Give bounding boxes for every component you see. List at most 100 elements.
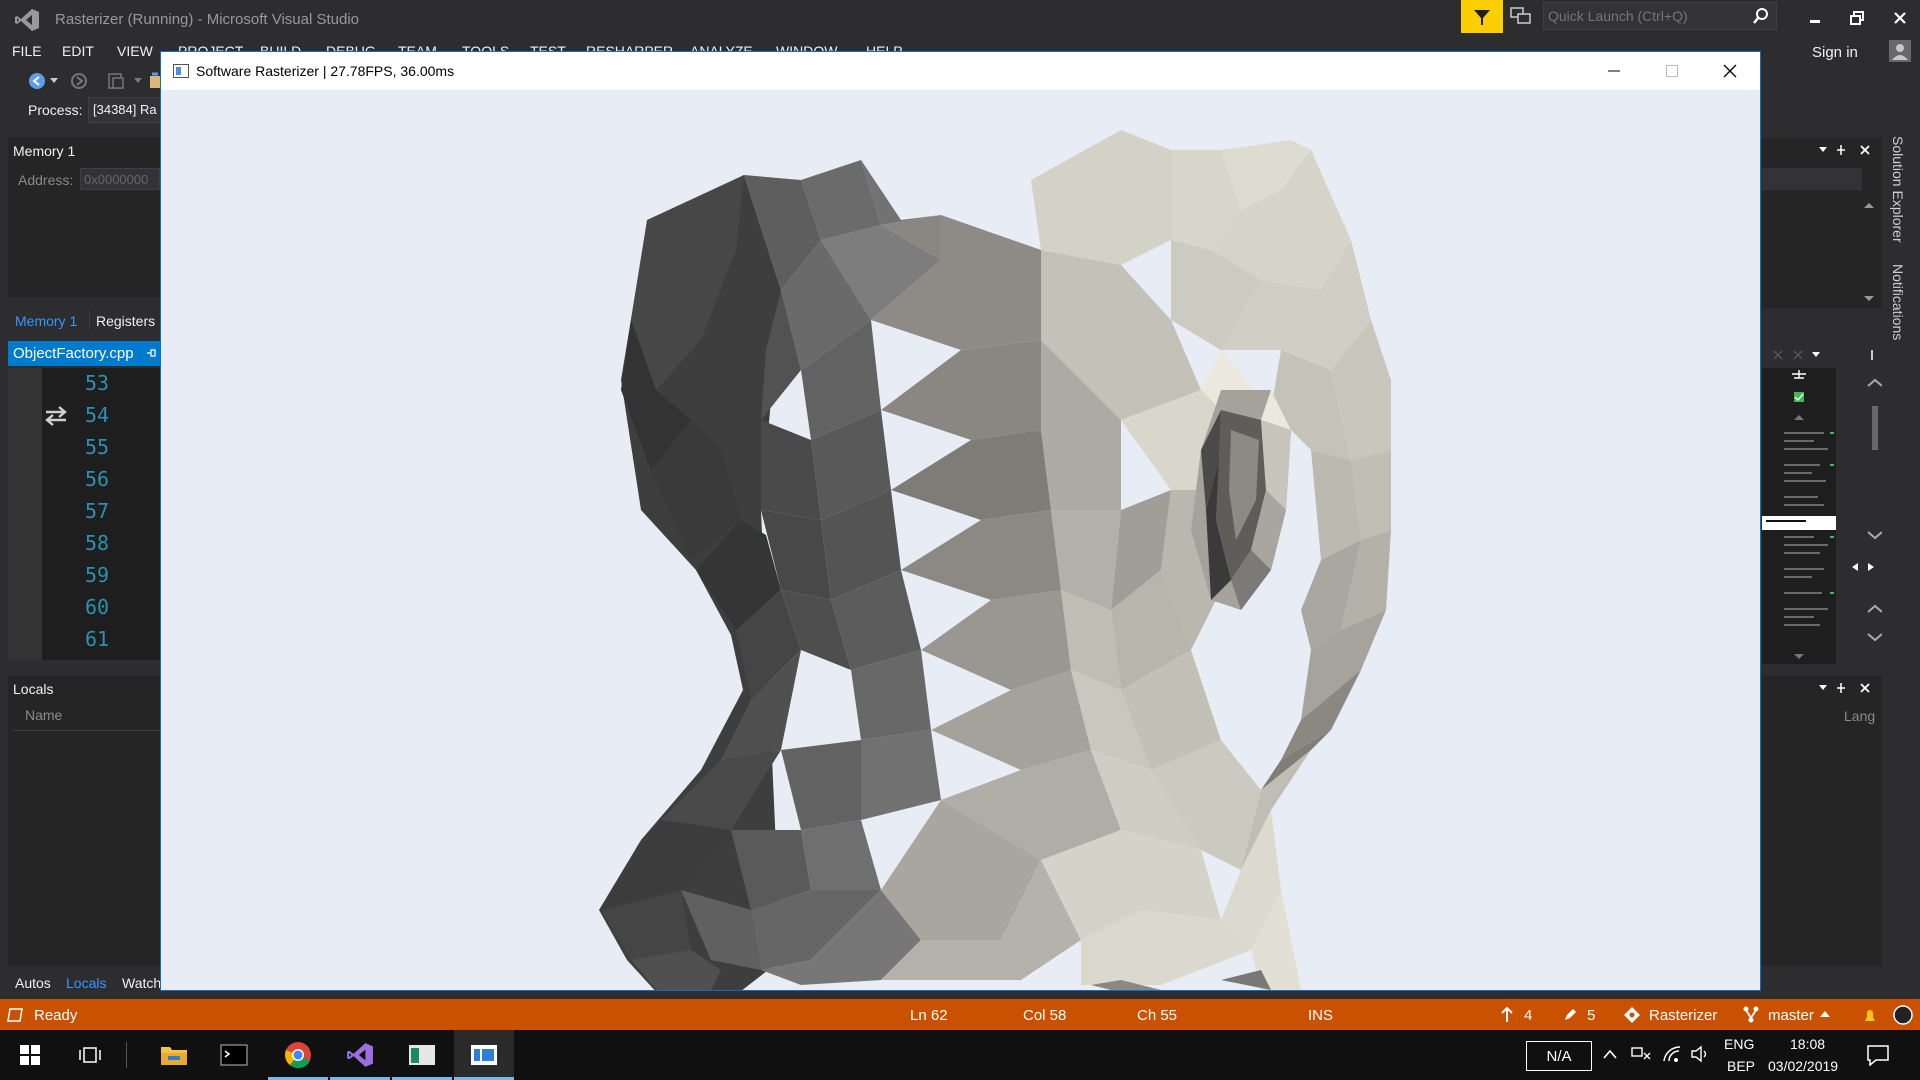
restore-button[interactable] (1839, 4, 1875, 32)
sign-in-link[interactable]: Sign in (1812, 44, 1858, 61)
locals-panel-title: Locals (13, 681, 54, 697)
editor-indicator-margin (8, 368, 42, 660)
address-input[interactable]: 0x0000000 (80, 168, 160, 190)
minimap-header-icons[interactable] (1772, 348, 1882, 362)
chrome-button[interactable] (268, 1030, 328, 1080)
scrollbar-icon[interactable] (1862, 200, 1876, 304)
line-number: 57 (85, 499, 110, 523)
language-indicator-top[interactable]: ENG (1724, 1036, 1754, 1052)
volume-icon[interactable] (1690, 1045, 1712, 1063)
file-tab-label: ObjectFactory.cpp (13, 345, 134, 362)
tray-na-indicator[interactable]: N/A (1526, 1041, 1592, 1071)
forward-icon[interactable] (70, 72, 88, 90)
tray-overflow-chevron-icon[interactable] (1602, 1048, 1618, 1060)
new-dropdown-icon[interactable] (134, 78, 142, 84)
window-title: Rasterizer (Running) - Microsoft Visual … (55, 11, 360, 28)
right-lower-panel: Lang (1762, 676, 1882, 966)
filter-icon[interactable] (1461, 0, 1503, 33)
up-arrow-icon[interactable] (1500, 1006, 1514, 1024)
tab-divider (89, 310, 90, 330)
close-button[interactable] (1882, 4, 1918, 32)
task-view-icon (79, 1047, 101, 1063)
line-number: 53 (85, 371, 110, 395)
tab-memory-1[interactable]: Memory 1 (15, 313, 77, 329)
menu-edit[interactable]: EDIT (62, 43, 94, 59)
visual-studio-taskbar-button[interactable] (330, 1030, 390, 1080)
clock-time[interactable]: 18:08 (1790, 1036, 1825, 1052)
solution-explorer-tab[interactable]: Solution Explorer (1890, 136, 1906, 243)
tab-watch[interactable]: Watch (122, 975, 161, 991)
status-project[interactable]: Rasterizer (1649, 1007, 1717, 1024)
file-explorer-button[interactable] (144, 1030, 204, 1080)
wifi-icon[interactable] (1662, 1045, 1684, 1063)
notification-bell-icon[interactable] (1860, 1005, 1880, 1025)
header-divider (13, 730, 160, 731)
feedback-icon[interactable] (1508, 4, 1536, 30)
code-minimap[interactable] (1762, 368, 1836, 664)
line-number: 61 (85, 627, 110, 651)
quick-launch-box[interactable] (1543, 2, 1777, 30)
status-col: Col 58 (1023, 1007, 1067, 1024)
line-number: 54 (85, 403, 110, 427)
windows-logo-icon (20, 1045, 40, 1065)
locals-panel: Locals Name (8, 676, 160, 966)
pencil-icon[interactable] (1562, 1007, 1578, 1023)
app-window-button[interactable] (392, 1030, 452, 1080)
column-header-lang[interactable]: Lang (1844, 708, 1875, 724)
status-line: Ln 62 (910, 1007, 948, 1024)
status-branch[interactable]: master (1768, 1007, 1814, 1024)
notifications-tab[interactable]: Notifications (1890, 264, 1906, 340)
bottom-tab-strip: Autos Locals Watch (8, 970, 161, 996)
rasterizer-taskbar-button[interactable] (454, 1030, 514, 1080)
task-view-button[interactable] (60, 1030, 120, 1080)
start-button[interactable] (0, 1030, 60, 1080)
terminal-icon (220, 1044, 248, 1066)
lower-panel-controls-icon[interactable] (1817, 682, 1877, 694)
rasterizer-close-button[interactable] (1701, 52, 1759, 90)
rendered-head-mesh[interactable] (161, 90, 1760, 990)
menu-file[interactable]: FILE (12, 43, 42, 59)
tab-objectfactory-cpp[interactable]: ObjectFactory.cpp (8, 341, 160, 366)
feedback-circle-icon[interactable] (1892, 1004, 1914, 1026)
line-number: 56 (85, 467, 110, 491)
quick-launch-input[interactable] (1544, 3, 1744, 29)
panel-controls-icon[interactable] (1817, 144, 1877, 156)
pin-icon[interactable] (146, 348, 156, 358)
rasterizer-app-icon (471, 1045, 497, 1065)
back-icon[interactable] (28, 72, 46, 90)
clock-date[interactable]: 03/02/2019 (1768, 1058, 1838, 1074)
branch-icon[interactable] (1742, 1005, 1760, 1023)
chrome-icon (285, 1042, 311, 1069)
status-changes-count[interactable]: 5 (1587, 1007, 1595, 1024)
menu-view[interactable]: VIEW (117, 43, 153, 59)
app-window-icon (409, 1045, 435, 1065)
process-dropdown[interactable]: [34384] Ra (88, 97, 168, 123)
terminal-button[interactable] (204, 1030, 264, 1080)
new-project-icon[interactable] (106, 71, 126, 91)
repository-icon[interactable] (1623, 1006, 1641, 1024)
branch-dropdown-icon[interactable] (1820, 1010, 1830, 1018)
minimize-button[interactable] (1797, 4, 1833, 32)
tab-autos[interactable]: Autos (15, 975, 51, 991)
right-upper-dropdown[interactable] (1762, 168, 1862, 190)
language-indicator-bottom[interactable]: BEP (1727, 1058, 1755, 1074)
status-unpushed-count[interactable]: 4 (1524, 1007, 1532, 1024)
process-label: Process: (28, 102, 83, 118)
rasterizer-minimize-button[interactable] (1585, 52, 1643, 90)
rasterizer-title-bar[interactable]: Software Rasterizer | 27.78FPS, 36.00ms (161, 52, 1760, 90)
action-center-icon[interactable] (1866, 1044, 1890, 1066)
visual-studio-icon (347, 1043, 373, 1067)
account-icon[interactable] (1889, 40, 1911, 62)
column-header-name[interactable]: Name (25, 707, 62, 723)
software-rasterizer-window[interactable]: Software Rasterizer | 27.78FPS, 36.00ms (160, 51, 1761, 991)
tab-locals[interactable]: Locals (66, 975, 106, 991)
status-ready: Ready (34, 1007, 78, 1024)
rasterizer-maximize-button[interactable] (1643, 52, 1701, 90)
editor-scrollbar-icon[interactable] (1842, 372, 1882, 672)
no-network-icon[interactable] (1630, 1045, 1652, 1063)
tab-registers[interactable]: Registers (96, 313, 155, 329)
standard-toolbar (0, 66, 170, 96)
rasterizer-title: Software Rasterizer | 27.78FPS, 36.00ms (196, 63, 455, 79)
search-icon (1753, 8, 1768, 24)
back-dropdown-icon[interactable] (50, 78, 58, 84)
